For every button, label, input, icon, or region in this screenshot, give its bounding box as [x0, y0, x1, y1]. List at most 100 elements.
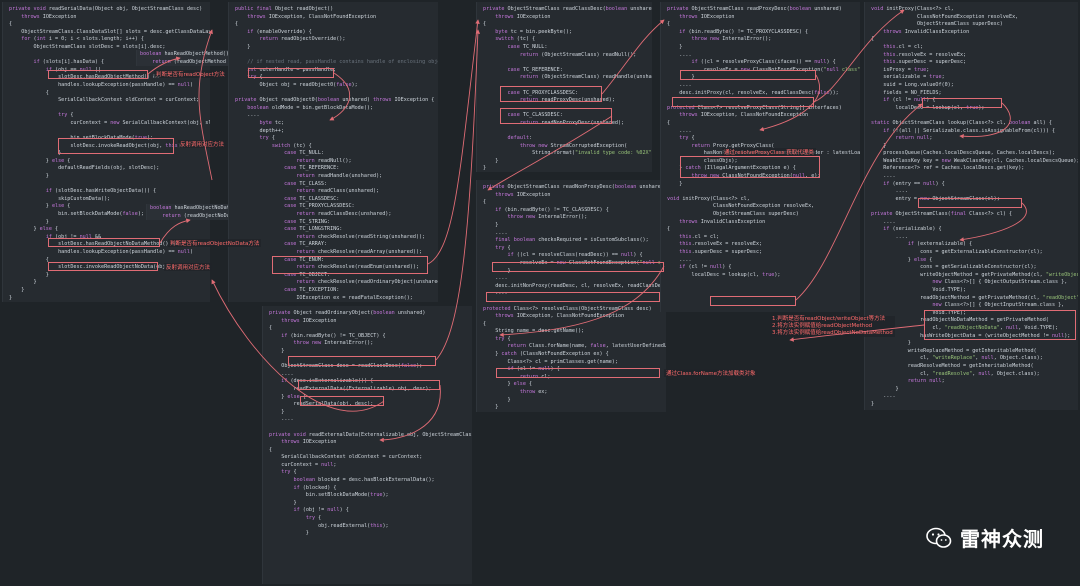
code-line: try { [281, 469, 297, 476]
code-line: case TC_NULL: [284, 150, 324, 157]
annotation-resolveProxyClass: 通过resolveProxyClass 获取代理类 [722, 148, 816, 156]
code-line: default: [507, 135, 533, 142]
code-line: desc.initProxy(cl, resolveEx, readClassD… [667, 89, 839, 96]
code-line: throw ex; [519, 389, 548, 396]
code-line: cl, "writeReplace", null, Object.class); [871, 355, 1043, 362]
code-line: Reference<?> ref = Caches.localDescs.get… [871, 165, 1025, 172]
code-line: readResolveMethod = getInheritableMethod… [871, 362, 1034, 369]
code-line: return readClass(unshared); [296, 188, 380, 195]
code-line: throws IOException [495, 191, 551, 198]
code-line: { [269, 446, 273, 453]
code-line: isProxy = true; [871, 66, 930, 73]
code-line: ObjectStreamClass superDesc) [871, 21, 1003, 28]
code-line: .... [871, 218, 896, 225]
code-line: serializable = true; [871, 74, 945, 81]
highlight-readExternalData [298, 380, 440, 390]
code-line: } [871, 340, 911, 347]
code-line: protected Class<?> resolveClass(ObjectSt… [483, 305, 652, 312]
code-line: { [667, 226, 671, 233]
code-line: fields = NO_FIELDS; [871, 89, 942, 96]
code-line: if (slotDesc.hasWriteObjectData()) { [45, 188, 157, 195]
code-line: } [269, 408, 285, 415]
code-line: ​ [269, 424, 466, 432]
code-line: ​ [483, 59, 646, 67]
code-line: } [483, 396, 511, 403]
code-line: SerialCallbackContext oldContext = curCo… [9, 97, 200, 104]
code-line: throw new StreamCorruptedException( [519, 142, 628, 149]
code-line: throw new InternalError(); [293, 340, 374, 347]
code-line: { [483, 199, 487, 206]
code-line: curContext = null; [269, 461, 337, 468]
code-line: { [667, 119, 671, 126]
code-line: return readHandle(unshared); [296, 173, 383, 180]
highlight-getProxyClass [680, 156, 820, 178]
code-line: } else { [9, 226, 59, 233]
code-line: case TC_ARRAY: [284, 241, 328, 248]
code-line: ​ [9, 181, 204, 189]
code-line: SerialCallbackContext oldContext = curCo… [269, 454, 423, 461]
code-line: .... [667, 256, 692, 263]
code-line: .... [235, 112, 260, 119]
code-line: throws IOException [679, 13, 735, 20]
annotation-has-readObject: 判断是否有readObject方法 [154, 70, 227, 78]
wechat-icon [926, 527, 952, 549]
code-line: static ObjectStreamClass lookup(Class<?>… [871, 119, 1052, 126]
code-line: } [9, 173, 49, 180]
code-line: case TC_EXCEPTION: [284, 286, 340, 293]
code-line: .... [871, 173, 896, 180]
code-line: throws IOException [281, 439, 337, 446]
code-line: .... [667, 127, 692, 134]
code-line: readObjectMethod = getPrivateMethod(cl, … [871, 294, 1078, 301]
code-line: void initProxy(Class<?> cl, [667, 195, 750, 202]
code-line: handles.lookupException(passHandle) == n… [9, 249, 194, 255]
code-line: return checkResolve(readString(unshared)… [296, 233, 426, 240]
code-flow-diagram: private void readSerialData(Object obj, … [0, 0, 1080, 586]
code-line: } [9, 279, 37, 286]
code-line: ​ [235, 52, 432, 60]
highlight-hasReadObjectMethod [48, 70, 148, 79]
highlight-readProxyDesc-case [500, 86, 602, 102]
code-line: } [871, 400, 875, 407]
code-line: case TC_NULL: [507, 43, 548, 50]
code-line: throw new InternalError(); [691, 36, 772, 43]
code-line: } else { [871, 256, 933, 263]
code-line: public final Object readObject() [235, 6, 334, 12]
code-line: ​ [871, 112, 1072, 120]
code-line: boolean oldMode = bin.getBlockDataMode()… [247, 104, 374, 111]
code-line: ObjectStreamClass.ClassDataSlot[] slots … [9, 28, 210, 35]
highlight-tc-object [272, 256, 428, 274]
highlight-hasReadObjectNoDataMethod [48, 238, 160, 247]
highlight-Class-forName [496, 368, 660, 378]
code-line: throws IOException, ClassNotFoundExcepti… [247, 13, 377, 20]
code-line: if (!(all || Serializable.class.isAssign… [883, 127, 1056, 134]
code-line: } [483, 157, 499, 164]
code-line: throws IOException [281, 317, 337, 324]
code-line: case TC_REFERENCE: [284, 165, 340, 172]
annotation-private-methods: 1.判断是否有readObject/writeObject等方法 2.将方法实例… [770, 316, 895, 337]
code-line: ​ [9, 105, 204, 113]
code-line: WeakClassKey key = new WeakClassKey(cl, … [871, 157, 1078, 164]
code-line: private Object readObject0(boolean unsha… [235, 97, 435, 104]
code-line: skipCustomData(); [9, 195, 111, 202]
code-line: curContext = new SerialCallbackContext(o… [9, 119, 210, 126]
code-line: private void readSerialData(Object obj, … [9, 6, 203, 12]
code-line: String name = desc.getName(); [483, 328, 585, 335]
code-line: return null; [895, 135, 933, 142]
highlight-invokeReadObjectNoData [48, 262, 158, 271]
code-line: if (bin.readByte() != TC_PROXYCLASSDESC)… [679, 28, 809, 35]
code-line: if (blocked) { [293, 484, 337, 491]
code-line: case TC_CLASS: [284, 180, 328, 187]
code-line: this.resolveEx = resolveEx; [679, 241, 763, 248]
code-line: return null; [907, 378, 945, 385]
code-line: depth++; [235, 127, 285, 134]
code-line: if ((cl = resolveProxyClass(ifaces)) == … [691, 59, 836, 66]
code-line: case TC_PROXYCLASSDESC: [284, 203, 355, 210]
code-line: { [269, 325, 273, 332]
code-line: throws IOException [495, 13, 551, 20]
code-line: writeObjectMethod = getPrivateMethod(cl,… [871, 271, 1078, 278]
annotation-class-forName: 通过Class.forName方法加载类对象 [664, 369, 758, 377]
code-line: return readNull(); [296, 157, 352, 164]
code-line: private ObjectStreamClass readProxyDesc(… [667, 6, 842, 12]
code-line: } [9, 294, 13, 301]
code-line: } [235, 43, 251, 50]
